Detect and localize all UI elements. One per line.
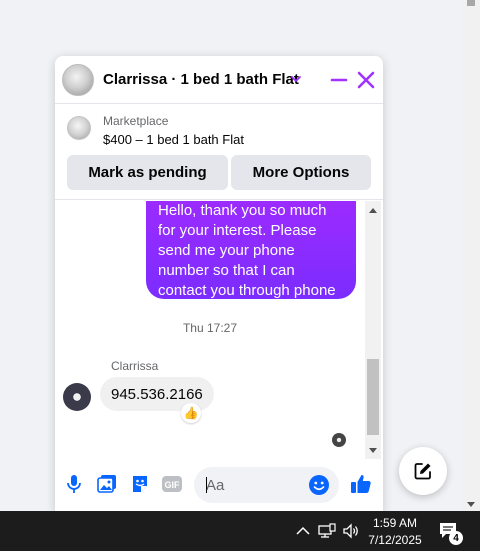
message-timestamp: Thu 17:27 (182, 321, 238, 335)
volume-icon[interactable] (341, 521, 361, 541)
message-composer: GIF (55, 459, 383, 511)
marketplace-label: Marketplace (103, 114, 169, 128)
thumbs-up-reaction[interactable]: 👍 (181, 403, 201, 423)
chat-scrollbar[interactable] (365, 201, 381, 459)
listing-title[interactable]: $400 – 1 bed 1 bath Flat (103, 132, 244, 147)
close-icon[interactable] (355, 69, 377, 91)
clock-time: 1:59 AM (372, 516, 418, 530)
listing-avatar (62, 64, 94, 96)
sender-name: Clarrissa (111, 359, 159, 373)
sender-avatar[interactable] (63, 383, 91, 411)
clock-date: 7/12/2025 (368, 533, 422, 547)
microphone-icon[interactable] (63, 473, 85, 495)
thumbs-up-icon[interactable] (349, 472, 373, 496)
emoji-icon[interactable] (308, 474, 330, 496)
new-message-icon (414, 463, 431, 480)
listing-thumbnail[interactable] (67, 116, 91, 140)
outgoing-message-bubble[interactable]: Hello, thank you so much for your intere… (146, 201, 356, 299)
outgoing-message-line: for your interest. Please (158, 222, 317, 239)
notification-count-badge: 4 (449, 531, 463, 545)
chevron-up-icon[interactable] (293, 521, 313, 541)
outgoing-message-line: contact you through phone (158, 282, 336, 299)
mark-as-pending-button[interactable]: Mark as pending (67, 155, 228, 190)
marketplace-listing-panel: Marketplace $400 – 1 bed 1 bath Flat Mar… (55, 104, 383, 200)
svg-text:GIF: GIF (165, 480, 181, 490)
outgoing-message-line: Hello, thank you so much (158, 202, 327, 219)
minimize-icon[interactable] (328, 69, 350, 91)
more-options-button[interactable]: More Options (231, 155, 371, 190)
message-input-container[interactable] (194, 467, 339, 503)
gif-icon[interactable]: GIF (161, 473, 183, 495)
page-scrollbar-thumb[interactable] (467, 0, 475, 6)
chat-header[interactable]: Clarrissa · 1 bed 1 bath Flat (55, 56, 383, 104)
network-icon[interactable] (317, 521, 337, 541)
system-clock[interactable]: 1:59 AM 7/12/2025 (362, 515, 428, 549)
taskbar: 1:59 AM 7/12/2025 4 (0, 511, 480, 551)
chat-scrollbar-thumb[interactable] (367, 359, 379, 435)
message-thread: Hello, thank you so much for your intere… (55, 201, 365, 456)
message-input[interactable] (206, 467, 306, 503)
chevron-down-icon[interactable] (289, 72, 303, 86)
chat-scroll-down-arrow[interactable] (369, 448, 377, 453)
chat-title[interactable]: Clarrissa · 1 bed 1 bath Flat (103, 71, 299, 88)
photo-icon[interactable] (96, 473, 118, 495)
chat-window: Clarrissa · 1 bed 1 bath Flat Marketplac… (55, 56, 383, 512)
page-scroll-down-arrow[interactable] (467, 502, 475, 507)
seen-indicator-avatar (332, 433, 346, 447)
chat-scroll-up-arrow[interactable] (369, 208, 377, 213)
outgoing-message-line: number so that I can (158, 262, 295, 279)
text-cursor (206, 477, 207, 493)
page-scrollbar[interactable] (462, 0, 480, 511)
outgoing-message-line: send me your phone (158, 242, 295, 259)
sticker-icon[interactable] (129, 473, 151, 495)
new-message-button[interactable] (399, 447, 447, 495)
